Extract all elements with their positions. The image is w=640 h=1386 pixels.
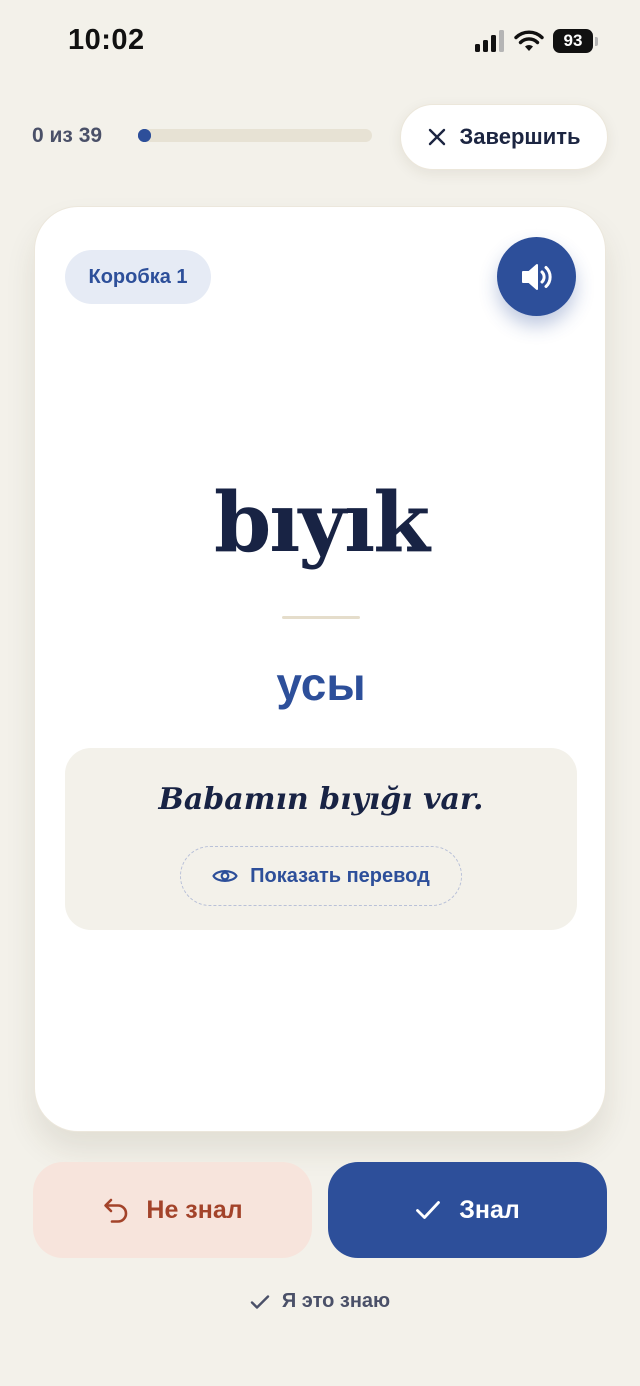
knew-label: Знал xyxy=(459,1195,520,1224)
play-audio-button[interactable] xyxy=(497,237,576,316)
example-sentence: Babamın bıyığı var. xyxy=(158,782,484,817)
finish-label: Завершить xyxy=(459,124,581,149)
box-badge: Коробка 1 xyxy=(65,250,211,304)
wifi-icon xyxy=(514,30,544,51)
progress-marker xyxy=(138,129,151,142)
progress-bar xyxy=(138,129,372,142)
cellular-signal-icon xyxy=(475,30,504,52)
show-translation-label: Показать перевод xyxy=(250,864,430,887)
status-icons: 93 xyxy=(475,29,598,53)
flashcard-screen: 10:02 93 0 из 39 Завершить Коробка 1 bıy… xyxy=(0,0,640,1386)
already-know-link[interactable]: Я это знаю xyxy=(0,1290,640,1313)
term-word: bıyık xyxy=(213,475,430,571)
didnt-know-button[interactable]: Не знал xyxy=(33,1162,312,1258)
battery-indicator: 93 xyxy=(553,29,593,53)
battery-level: 93 xyxy=(563,31,583,50)
progress-row: 0 из 39 Завершить xyxy=(32,100,608,172)
show-translation-button[interactable]: Показать перевод xyxy=(180,846,462,906)
progress-count: 0 из 39 xyxy=(32,124,103,147)
eye-icon xyxy=(212,870,238,882)
knew-button[interactable]: Знал xyxy=(328,1162,607,1258)
check-icon xyxy=(250,1294,270,1309)
status-bar: 10:02 93 xyxy=(0,0,640,86)
check-icon xyxy=(416,1201,441,1219)
finish-button[interactable]: Завершить xyxy=(400,104,608,170)
close-icon xyxy=(429,128,446,146)
example-box: Babamın bıyığı var. Показать перевод xyxy=(65,748,577,930)
undo-icon xyxy=(104,1198,128,1223)
speaker-icon xyxy=(521,263,552,290)
already-know-label: Я это знаю xyxy=(281,1290,391,1312)
divider xyxy=(282,616,360,619)
battery-tip xyxy=(595,36,598,46)
didnt-know-label: Не знал xyxy=(146,1195,243,1224)
flashcard: Коробка 1 bıyık усы Babamın bıyığı var. … xyxy=(34,206,606,1132)
translation-word: усы xyxy=(276,658,366,710)
status-time: 10:02 xyxy=(68,24,145,56)
